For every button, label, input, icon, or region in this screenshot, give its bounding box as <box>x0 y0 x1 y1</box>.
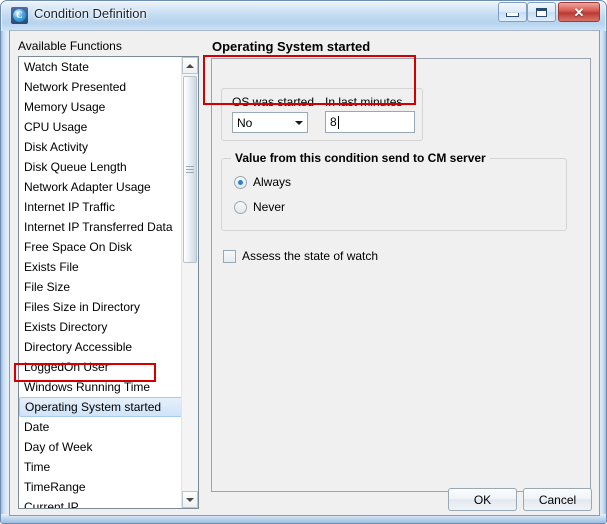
radio-never-label: Never <box>253 200 286 214</box>
available-functions-list-items: Watch State Network Presented Memory Usa… <box>19 57 183 508</box>
dialog-client-area: Available Functions Watch State Network … <box>9 30 600 516</box>
list-item[interactable]: TimeRange <box>19 477 183 497</box>
window-title: Condition Definition <box>34 6 147 21</box>
radio-selected-icon <box>234 175 247 189</box>
list-item[interactable]: Free Space On Disk <box>19 237 183 257</box>
radio-unselected-icon <box>234 200 247 214</box>
window-frame-left <box>1 31 9 523</box>
os-was-started-select[interactable]: No <box>232 112 308 133</box>
list-item[interactable]: Time <box>19 457 183 477</box>
available-functions-list[interactable]: Watch State Network Presented Memory Usa… <box>18 56 199 509</box>
list-item[interactable]: Directory Accessible <box>19 337 183 357</box>
cancel-button[interactable]: Cancel <box>523 488 592 511</box>
list-item[interactable]: CPU Usage <box>19 117 183 137</box>
app-icon-letter: C <box>13 9 26 22</box>
value-send-group: Value from this condition send to CM ser… <box>221 151 567 231</box>
minimize-icon <box>506 12 519 17</box>
radio-always-label: Always <box>253 175 292 189</box>
list-item[interactable]: Network Adapter Usage <box>19 177 183 197</box>
list-item[interactable]: Date <box>19 417 183 437</box>
list-item[interactable]: Day of Week <box>19 437 183 457</box>
list-item[interactable]: Exists Directory <box>19 317 183 337</box>
scroll-down-icon[interactable] <box>182 491 198 508</box>
dialog-window: C Condition Definition ✕ Available Funct… <box>0 0 607 524</box>
condition-details-panel: OS was started No In last minutes 8 Valu… <box>211 58 591 492</box>
radio-never[interactable]: Never <box>234 200 285 214</box>
list-item-selected[interactable]: Operating System started <box>19 397 183 417</box>
list-item[interactable]: Exists File <box>19 257 183 277</box>
os-was-started-value: No <box>237 115 253 130</box>
in-last-minutes-value: 8 <box>330 115 337 129</box>
app-icon: C <box>11 7 28 24</box>
value-send-group-title: Value from this condition send to CM ser… <box>231 151 490 165</box>
close-icon: ✕ <box>573 4 585 20</box>
list-item[interactable]: Current IP <box>19 497 183 508</box>
scrollbar-grip-icon <box>186 164 194 175</box>
available-functions-label: Available Functions <box>18 39 122 53</box>
list-item[interactable]: LoggedOn User <box>19 357 183 377</box>
restore-icon <box>536 7 547 17</box>
assess-state-label: Assess the state of watch <box>242 249 379 263</box>
os-started-group: OS was started No In last minutes 8 <box>221 88 423 141</box>
list-item[interactable]: Internet IP Traffic <box>19 197 183 217</box>
list-item[interactable]: Disk Queue Length <box>19 157 183 177</box>
title-bar[interactable]: C Condition Definition ✕ <box>1 1 606 30</box>
list-item[interactable]: File Size <box>19 277 183 297</box>
os-was-started-label: OS was started <box>232 95 315 109</box>
list-item[interactable]: Windows Running Time <box>19 377 183 397</box>
in-last-minutes-input[interactable]: 8 <box>325 111 415 133</box>
list-item[interactable]: Memory Usage <box>19 97 183 117</box>
checkbox-unchecked-icon <box>223 249 236 263</box>
list-item[interactable]: Files Size in Directory <box>19 297 183 317</box>
list-item[interactable]: Network Presented <box>19 77 183 97</box>
ok-button[interactable]: OK <box>448 488 517 511</box>
close-button[interactable]: ✕ <box>558 2 600 22</box>
maximize-button[interactable] <box>527 2 556 22</box>
list-item[interactable]: Watch State <box>19 57 183 77</box>
list-item[interactable]: Internet IP Transferred Data <box>19 217 183 237</box>
list-scrollbar[interactable] <box>181 57 198 508</box>
in-last-minutes-label: In last minutes <box>325 95 403 109</box>
scroll-up-icon[interactable] <box>182 57 198 74</box>
page-title: Operating System started <box>212 39 371 54</box>
scrollbar-thumb[interactable] <box>183 76 197 263</box>
radio-always[interactable]: Always <box>234 175 291 189</box>
text-caret <box>337 115 339 129</box>
list-item[interactable]: Disk Activity <box>19 137 183 157</box>
chevron-down-icon[interactable] <box>290 113 307 132</box>
minimize-button[interactable] <box>498 2 527 22</box>
assess-state-checkbox[interactable]: Assess the state of watch <box>223 249 378 263</box>
